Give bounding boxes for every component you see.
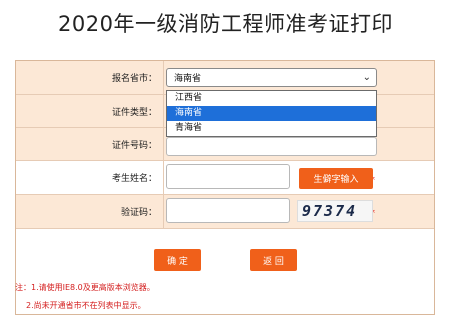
note-browser: 注：1.请使用IE8.0及更高版本浏览器。: [15, 283, 155, 292]
name-input[interactable]: [166, 164, 290, 189]
confirm-button[interactable]: 确 定: [154, 249, 201, 271]
rare-char-button[interactable]: 生僻字输入: [299, 168, 373, 189]
province-option-jiangxi[interactable]: 江西省: [167, 91, 376, 106]
page-title: 2020年一级消防工程师准考证打印: [58, 12, 393, 36]
idtype-label: 证件类型：: [16, 95, 164, 127]
province-option-qinghai[interactable]: 青海省: [167, 121, 376, 136]
chevron-down-icon: ⌄: [362, 72, 371, 83]
row-buttons: [16, 229, 434, 279]
captcha-image[interactable]: 97374: [297, 200, 373, 222]
province-select[interactable]: 海南省 ⌄: [166, 68, 377, 87]
province-dropdown: 江西省 海南省 青海省: [166, 90, 377, 137]
province-option-hainan[interactable]: 海南省: [167, 106, 376, 121]
notes: 注：1.请使用IE8.0及更高版本浏览器。 2.尚未开通省市不在列表中显示。: [15, 279, 435, 315]
back-button[interactable]: 返 回: [250, 249, 297, 271]
idnumber-label: 证件号码：: [16, 128, 164, 160]
name-label: 考生姓名：: [16, 161, 164, 194]
captcha-input[interactable]: [166, 198, 290, 223]
idnumber-input[interactable]: [166, 137, 377, 156]
captcha-label: 验证码：: [16, 195, 164, 228]
province-selected-value: 海南省: [174, 74, 202, 84]
note-provinces: 2.尚未开通省市不在列表中显示。: [26, 301, 146, 310]
province-label: 报名省市：: [16, 61, 164, 94]
